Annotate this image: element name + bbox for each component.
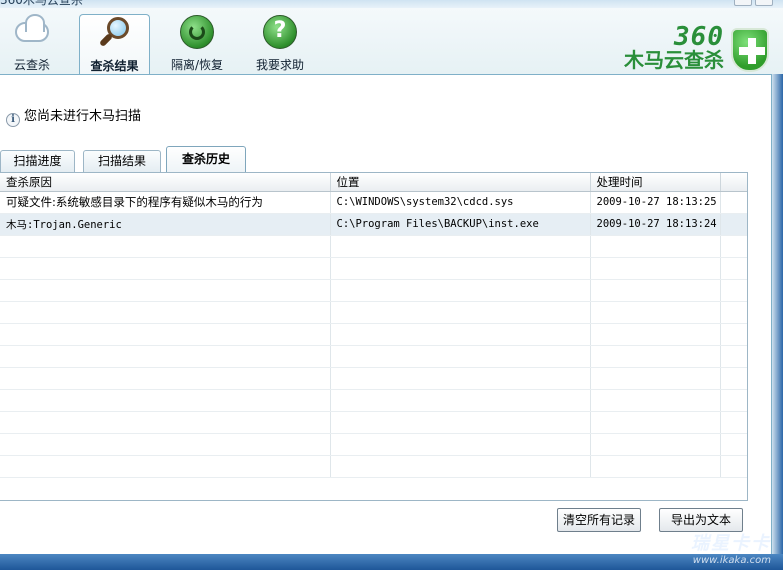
clear-all-records-button[interactable]: 清空所有记录 bbox=[557, 508, 641, 532]
row-location: C:\Program Files\BACKUP\inst.exe bbox=[330, 213, 591, 236]
toolbar-quarantine-restore[interactable]: 隔离/恢复 bbox=[166, 14, 228, 74]
watermark-url: www.ikaka.com bbox=[692, 555, 771, 566]
toolbar-help-label: 我要求助 bbox=[255, 58, 304, 72]
toolbar-help[interactable]: ? 我要求助 bbox=[250, 14, 310, 74]
toolbar-cloud-scan-label: 云查杀 bbox=[13, 58, 50, 72]
column-header-location[interactable]: 位置 bbox=[330, 173, 591, 192]
table-header-row: 查杀原因 位置 处理时间 bbox=[0, 173, 747, 192]
watermark-text: 瑞星卡卡 bbox=[691, 533, 771, 554]
empty-row bbox=[0, 367, 747, 390]
empty-row bbox=[0, 279, 747, 302]
results-panel: i 您尚未进行木马扫描 扫描进度 扫描结果 查杀历史 查杀原因 位置 处理时间 可… bbox=[0, 74, 772, 554]
empty-row bbox=[0, 301, 747, 324]
magnifier-icon bbox=[97, 15, 133, 51]
product-logo: 360 木马云查杀 bbox=[619, 22, 769, 78]
empty-row bbox=[0, 455, 747, 478]
tab-scan-results[interactable]: 扫描结果 bbox=[83, 150, 161, 172]
scan-status: i 您尚未进行木马扫描 bbox=[6, 105, 141, 127]
empty-row bbox=[0, 389, 747, 412]
toolbar-scan-results-label: 查杀结果 bbox=[90, 59, 139, 73]
window-titlebar: 360木马云查杀 bbox=[0, 0, 783, 8]
tab-scan-progress[interactable]: 扫描进度 bbox=[0, 150, 75, 172]
help-icon: ? bbox=[262, 14, 298, 50]
empty-row bbox=[0, 257, 747, 280]
empty-row bbox=[0, 411, 747, 434]
toolbar-quarantine-label: 隔离/恢复 bbox=[170, 58, 224, 72]
info-icon: i bbox=[6, 113, 20, 127]
toolbar-cloud-scan[interactable]: 云查杀 bbox=[4, 14, 60, 74]
column-header-reason[interactable]: 查杀原因 bbox=[0, 173, 331, 192]
result-tabs: 扫描进度 扫描结果 查杀历史 bbox=[0, 146, 772, 172]
restore-icon bbox=[179, 14, 215, 50]
toolbar-scan-results[interactable]: 查杀结果 bbox=[79, 14, 150, 74]
window-title: 360木马云查杀 bbox=[0, 0, 83, 7]
tab-scan-history[interactable]: 查杀历史 bbox=[166, 146, 246, 172]
row-spacer bbox=[720, 191, 747, 214]
row-reason: 木马:Trojan.Generic bbox=[0, 213, 331, 236]
table-row[interactable]: 木马:Trojan.Generic C:\Program Files\BACKU… bbox=[0, 213, 747, 236]
minimize-button[interactable] bbox=[734, 0, 752, 6]
logo-brand: 木马云查杀 bbox=[624, 48, 724, 72]
shield-plus-icon bbox=[731, 28, 769, 72]
row-reason: 可疑文件:系统敏感目录下的程序有疑似木马的行为 bbox=[0, 191, 331, 214]
row-time: 2009-10-27 18:13:25 bbox=[590, 191, 721, 214]
window-bottom-border bbox=[0, 554, 783, 570]
table-row[interactable]: 可疑文件:系统敏感目录下的程序有疑似木马的行为 C:\WINDOWS\syste… bbox=[0, 191, 747, 214]
window-right-border bbox=[772, 74, 783, 554]
empty-row bbox=[0, 323, 747, 346]
site-watermark: 瑞星卡卡 www.ikaka.com bbox=[691, 529, 771, 566]
row-time: 2009-10-27 18:13:24 bbox=[590, 213, 721, 236]
history-table: 查杀原因 位置 处理时间 可疑文件:系统敏感目录下的程序有疑似木马的行为 C:\… bbox=[0, 172, 748, 501]
cloud-icon bbox=[14, 14, 50, 50]
row-spacer bbox=[720, 213, 747, 236]
empty-row bbox=[0, 433, 747, 456]
empty-row bbox=[0, 345, 747, 368]
scan-status-text: 您尚未进行木马扫描 bbox=[24, 109, 142, 124]
row-location: C:\WINDOWS\system32\cdcd.sys bbox=[330, 191, 591, 214]
empty-row bbox=[0, 235, 747, 258]
close-button[interactable] bbox=[755, 0, 773, 6]
column-header-spacer bbox=[720, 173, 747, 192]
main-toolbar: 云查杀 查杀结果 隔离/恢复 ? 我要求助 360 木马云查杀 bbox=[0, 8, 783, 74]
column-header-time[interactable]: 处理时间 bbox=[590, 173, 721, 192]
